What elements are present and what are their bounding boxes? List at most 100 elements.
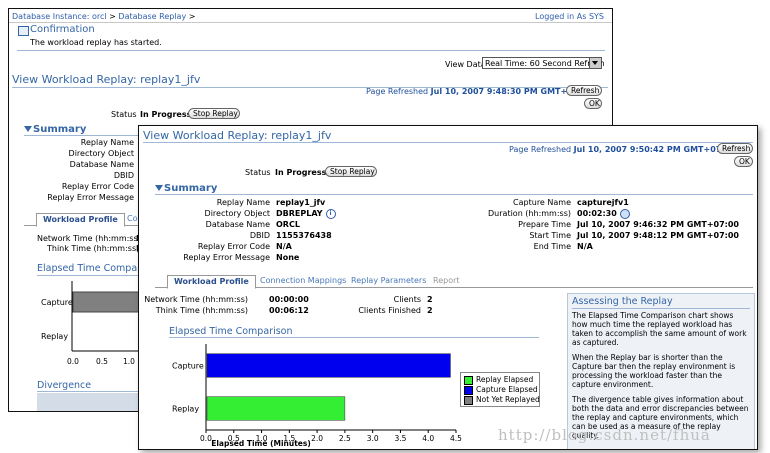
summary-label: DBID (249, 231, 270, 240)
profile-right-values: 2 2 (427, 294, 433, 316)
network-time-label: Network Time (hh:mm:ss) (144, 295, 248, 304)
x-tick-label: 2.0 (311, 434, 323, 443)
bar (206, 353, 451, 378)
x-tick-label: 4.5 (450, 434, 462, 443)
replay-name-value: replay1_jfv (276, 198, 326, 207)
summary-label: End Time (533, 242, 571, 251)
summary-label: Database Name (69, 160, 134, 169)
elapsed-divider (169, 337, 539, 338)
breadcrumb-database-instance[interactable]: Database Instance: orcl (12, 12, 107, 21)
summary-label: Prepare Time (518, 220, 571, 229)
page-title: View Workload Replay: replay1_jfv (143, 129, 332, 142)
chart-legend: Replay Elapsed Capture Elapsed Not Yet R… (460, 372, 540, 407)
page-refreshed-label: Page Refreshed (509, 145, 572, 154)
status-label: Status (111, 110, 137, 119)
breadcrumb: Database Instance: orcl > Database Repla… (12, 12, 195, 21)
summary-label: Directory Object (68, 149, 134, 158)
view-data-select[interactable]: Real Time: 60 Second Refresh (482, 57, 605, 69)
category-label-capture: Capture (41, 298, 73, 307)
x-axis-title: Elapsed Time (Minutes) (211, 439, 311, 448)
legend-item-not-yet-replayed: Not Yet Replayed (464, 395, 540, 405)
assessing-divider (572, 308, 750, 309)
summary-label: Replay Name (80, 138, 134, 147)
summary-left-values: replay1_jfv DBREPLAY i ORCL 1155376438 N/… (276, 197, 336, 263)
tab-bar: Workload Profile Connection Mappings Rep… (155, 275, 753, 289)
summary-heading[interactable]: Summary (155, 183, 217, 194)
summary-label: Duration (hh:mm:ss) (488, 209, 571, 218)
stop-replay-button[interactable]: Stop Replay (325, 166, 377, 177)
chart-plot: CaptureReplay0.0 0.5 1.0 1.5 2.0 2.5 3.0 3.5 4.0… (172, 344, 462, 443)
think-time-label: Think Time (hh:mm:ss) (47, 244, 140, 253)
tab-connection-mappings[interactable]: Connection Mappings (260, 275, 346, 287)
tab-replay-parameters[interactable]: Replay Parameters (351, 275, 426, 287)
status-value: In Progress (275, 168, 327, 177)
elapsed-title: Elapsed Time Comparison (169, 326, 293, 337)
breadcrumb-database-replay[interactable]: Database Replay (118, 12, 186, 21)
duration-value: 00:02:30 (577, 209, 617, 218)
legend-item-replay-elapsed: Replay Elapsed (464, 375, 533, 385)
divergence-table-header (37, 393, 147, 411)
watermark-text: http://blog.csdn.net/fhua (498, 426, 711, 444)
category-label: Capture (172, 362, 204, 371)
category-label-replay: Replay (41, 332, 68, 341)
page-refreshed-value: Jul 10, 2007 9:50:42 PM GMT+07:00 (573, 145, 736, 154)
clock-icon (619, 208, 630, 219)
view-data-label: View Data (445, 60, 486, 69)
summary-label: Replay Error Code (61, 182, 134, 191)
summary-left-labels: Replay Name Directory Object Database Na… (139, 197, 270, 263)
dbid-value: 1155376438 (276, 231, 332, 240)
summary-label: Replay Error Message (47, 193, 134, 202)
summary-label: Replay Name (216, 198, 270, 207)
refresh-button[interactable]: Refresh (717, 143, 753, 154)
confirmation-title: Confirmation (30, 24, 95, 35)
breadcrumb-separator: > (109, 12, 116, 21)
legend-swatch (464, 395, 473, 405)
confirmation-message: The workload replay has started. (30, 38, 162, 47)
start-time-value: Jul 10, 2007 9:48:12 PM GMT+07:00 (577, 231, 739, 240)
refresh-button[interactable]: Refresh (566, 85, 602, 96)
tab-connection-mappings[interactable]: Co (127, 213, 137, 225)
confirmation-box: Confirmation The workload replay has sta… (17, 24, 605, 51)
x-tick-label: 4.0 (422, 434, 434, 443)
expand-triangle-icon (155, 185, 163, 191)
summary-labels: Replay Name Directory Object Database Na… (47, 137, 134, 203)
stop-replay-button[interactable]: Stop Replay (188, 108, 240, 119)
legend-swatch (464, 375, 473, 385)
summary-label: Database Name (205, 220, 270, 229)
clients-label: Clients (393, 295, 421, 304)
clients-finished-label: Clients Finished (358, 306, 421, 315)
summary-label: Replay Error Code (197, 242, 270, 251)
title-divider (143, 142, 753, 143)
summary-label: Replay Error Message (183, 253, 270, 262)
think-time-label: Think Time (hh:mm:ss) (155, 306, 248, 315)
legend-label: Not Yet Replayed (476, 395, 540, 404)
legend-swatch (464, 385, 473, 395)
summary-heading[interactable]: Summary (24, 124, 86, 135)
summary-divider (155, 194, 753, 195)
x-tick-label: 2.5 (339, 434, 351, 443)
breadcrumb-separator: > (188, 12, 196, 21)
clients-finished-value: 2 (427, 306, 433, 315)
status-value: In Progress (140, 110, 192, 119)
x-tick-label: 3.5 (394, 434, 406, 443)
directory-object-value: DBREPLAY (276, 209, 323, 218)
assessing-title: Assessing the Replay (572, 296, 673, 307)
replay-error-code-value: N/A (276, 242, 292, 251)
front-window: View Workload Replay: replay1_jfv Page R… (138, 125, 758, 450)
network-time-label: Network Time (hh:mm:ss) (37, 234, 141, 243)
summary-right-labels: Capture Name Duration (hh:mm:ss) Prepare… (469, 197, 571, 252)
x-tick-label: 3.0 (367, 434, 379, 443)
x-tick-label: 0.0 (67, 357, 79, 366)
tab-workload-profile[interactable]: Workload Profile (167, 275, 256, 289)
tab-workload-profile[interactable]: Workload Profile (36, 213, 125, 227)
logged-in-label: Logged in As SYS (535, 12, 604, 21)
profile-right-labels: Clients Clients Finished (339, 294, 421, 316)
info-icon[interactable]: i (325, 208, 336, 219)
ok-button[interactable]: OK (584, 98, 602, 109)
legend-item-capture-elapsed: Capture Elapsed (464, 385, 538, 395)
summary-title: Summary (164, 183, 218, 194)
ok-button[interactable]: OK (734, 156, 753, 167)
database-name-value: ORCL (276, 220, 300, 229)
prepare-time-value: Jul 10, 2007 9:46:32 PM GMT+07:00 (577, 220, 739, 229)
chevron-down-icon (589, 58, 601, 68)
